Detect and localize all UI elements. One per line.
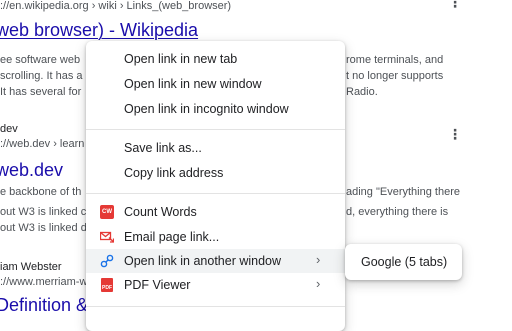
menu-item-label: Email page link...	[124, 230, 220, 244]
result-2-title[interactable]: web.dev	[0, 160, 63, 181]
menu-item-open-new-tab[interactable]: Open link in new tab	[86, 47, 345, 71]
result-2-snippet-line-1: e backbone of th	[0, 186, 82, 198]
menu-separator	[86, 129, 345, 130]
result-3-breadcrumb: ://www.merriam-w	[0, 276, 88, 288]
menu-separator	[86, 306, 345, 307]
result-2-site-name: dev	[0, 123, 18, 135]
menu-item-label: Copy link address	[124, 166, 224, 180]
result-1-snippet-right-1: rome terminals, and	[346, 54, 444, 66]
link-icon	[100, 254, 114, 268]
submenu-item-label: Google (5 tabs)	[361, 255, 448, 269]
menu-item-label: Open link in new window	[124, 77, 262, 91]
result-3-title[interactable]: Definition &	[0, 295, 88, 316]
result-2-more-icon[interactable]: ⋮	[448, 126, 462, 143]
menu-item-count-words[interactable]: CW Count Words	[86, 200, 345, 224]
menu-item-label: Count Words	[124, 205, 197, 219]
chevron-right-icon: ›	[316, 252, 321, 267]
submenu-item-window[interactable]: Google (5 tabs)	[345, 250, 462, 274]
context-menu: Open link in new tab Open link in new wi…	[86, 41, 345, 331]
result-1-breadcrumb: ://en.wikipedia.org › wiki › Links_(web_…	[0, 0, 232, 12]
result-1-snippet-line-3: It has several for	[0, 86, 82, 98]
result-2-snippet-right-2: d, everything there is	[346, 206, 449, 218]
menu-item-label: Open link in new tab	[124, 52, 238, 66]
count-words-icon: CW	[100, 205, 114, 219]
result-1-snippet-line-1: ee software web	[0, 54, 81, 66]
result-2-breadcrumb: ://web.dev › learn	[0, 138, 85, 150]
chevron-right-icon: ›	[316, 276, 321, 291]
result-3-site-name: iam Webster	[0, 261, 62, 273]
menu-separator	[86, 193, 345, 194]
result-1-more-icon[interactable]: ⋮	[448, 0, 462, 11]
menu-item-open-another-window[interactable]: Open link in another window ›	[86, 249, 345, 273]
menu-item-label: Open link in incognito window	[124, 102, 289, 116]
result-2-snippet-right-1: ading "Everything there	[346, 186, 460, 198]
pdf-icon-badge: PDF	[101, 278, 113, 292]
menu-item-label: Save link as...	[124, 141, 202, 155]
result-1-snippet-right-3: Radio.	[346, 86, 378, 98]
result-1-snippet-right-2: t no longer supports	[346, 70, 444, 82]
result-1-title[interactable]: web browser) - Wikipedia	[0, 20, 198, 41]
result-2-snippet-line-3: out W3 is linked dir	[0, 222, 93, 234]
menu-item-label: Open link in another window	[124, 254, 282, 268]
menu-item-copy-link-address[interactable]: Copy link address	[86, 161, 345, 185]
count-words-icon-badge: CW	[100, 205, 114, 219]
menu-item-email-page-link[interactable]: Email page link...	[86, 225, 345, 249]
pdf-icon: PDF	[100, 278, 114, 292]
result-2-snippet-line-2: out W3 is linked c	[0, 206, 87, 218]
result-1-snippet-line-2: scrolling. It has a p	[0, 70, 92, 82]
menu-item-open-new-window[interactable]: Open link in new window	[86, 72, 345, 96]
menu-item-pdf-viewer[interactable]: PDF PDF Viewer ›	[86, 273, 345, 297]
email-icon	[100, 230, 114, 244]
menu-item-open-incognito[interactable]: Open link in incognito window	[86, 97, 345, 121]
menu-item-label: PDF Viewer	[124, 278, 191, 292]
submenu-another-window: Google (5 tabs)	[345, 244, 462, 280]
menu-item-save-link-as[interactable]: Save link as...	[86, 136, 345, 160]
